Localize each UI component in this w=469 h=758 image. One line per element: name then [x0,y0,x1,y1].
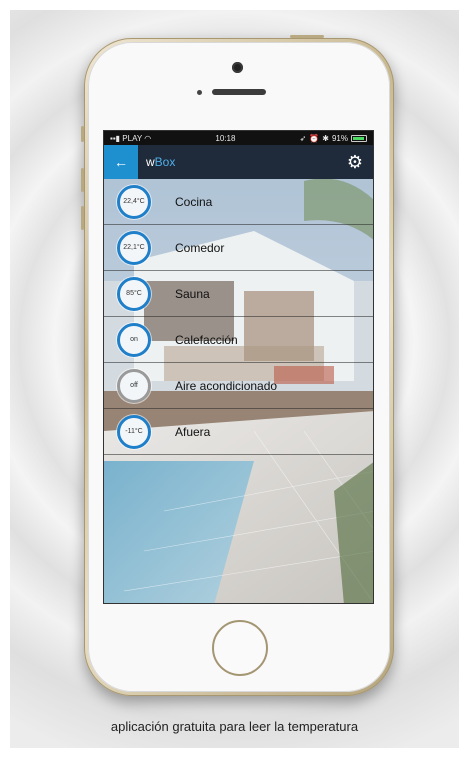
phone-screen: ▪▪▮ PLAY ◠ 10:18 ➶ ⏰ ✱ 91% ← wBox ⚙ 22,4… [103,130,374,604]
volume-down-button [81,206,84,230]
room-row-cocina[interactable]: 22,4°C Cocina [104,179,373,225]
temperature-gauge: 85°C [117,276,151,311]
caption: aplicación gratuita para leer la tempera… [110,719,359,734]
home-button[interactable] [212,620,268,676]
app-navbar: ← wBox ⚙ [104,145,373,179]
back-arrow-icon: ← [114,154,128,170]
room-label: Afuera [175,424,211,439]
room-row-comedor[interactable]: 22,1°C Comedor [104,225,373,271]
back-button[interactable]: ← [104,145,138,179]
temperature-gauge: 22,1°C [117,230,151,265]
status-gauge: off [117,368,151,403]
room-label: Comedor [175,240,225,255]
room-row-afuera[interactable]: -11°C Afuera [104,409,373,455]
room-label: Sauna [175,286,210,301]
carrier-label: ▪▪▮ PLAY ◠ [110,133,152,143]
power-button [290,35,324,38]
temperature-gauge: -11°C [117,414,151,449]
gear-icon: ⚙ [346,152,363,172]
signal-icon: ▪▪▮ [110,133,123,143]
alarm-icon: ⏰ [309,133,320,143]
temperature-gauge: 22,4°C [117,184,151,219]
room-list: 22,4°C Cocina 22,1°C Comedor 85°C Sauna … [104,179,373,455]
battery-icon [351,134,367,142]
wifi-icon: ◠ [144,133,152,143]
volume-up-button [81,168,84,192]
bluetooth-icon: ✱ [322,133,329,143]
sensor-dot [197,90,202,95]
front-camera [232,62,243,73]
settings-button[interactable]: ⚙ [347,153,363,171]
room-label: Aire acondicionado [175,378,278,393]
room-label: Calefacción [175,332,238,347]
room-row-aire-acondicionado[interactable]: off Aire acondicionado [104,363,373,409]
battery-percent: 91% [331,133,348,143]
app-title: wBox [146,155,176,169]
location-icon: ➶ [299,133,307,143]
status-bar: ▪▪▮ PLAY ◠ 10:18 ➶ ⏰ ✱ 91% [104,131,373,145]
status-gauge: on [117,322,151,357]
earpiece-speaker [212,89,266,95]
room-row-sauna[interactable]: 85°C Sauna [104,271,373,317]
mute-switch [81,126,84,142]
room-label: Cocina [175,194,213,209]
status-right: ➶ ⏰ ✱ 91% [300,134,367,143]
clock: 10:18 [215,133,236,143]
room-row-calefaccion[interactable]: on Calefacción [104,317,373,363]
